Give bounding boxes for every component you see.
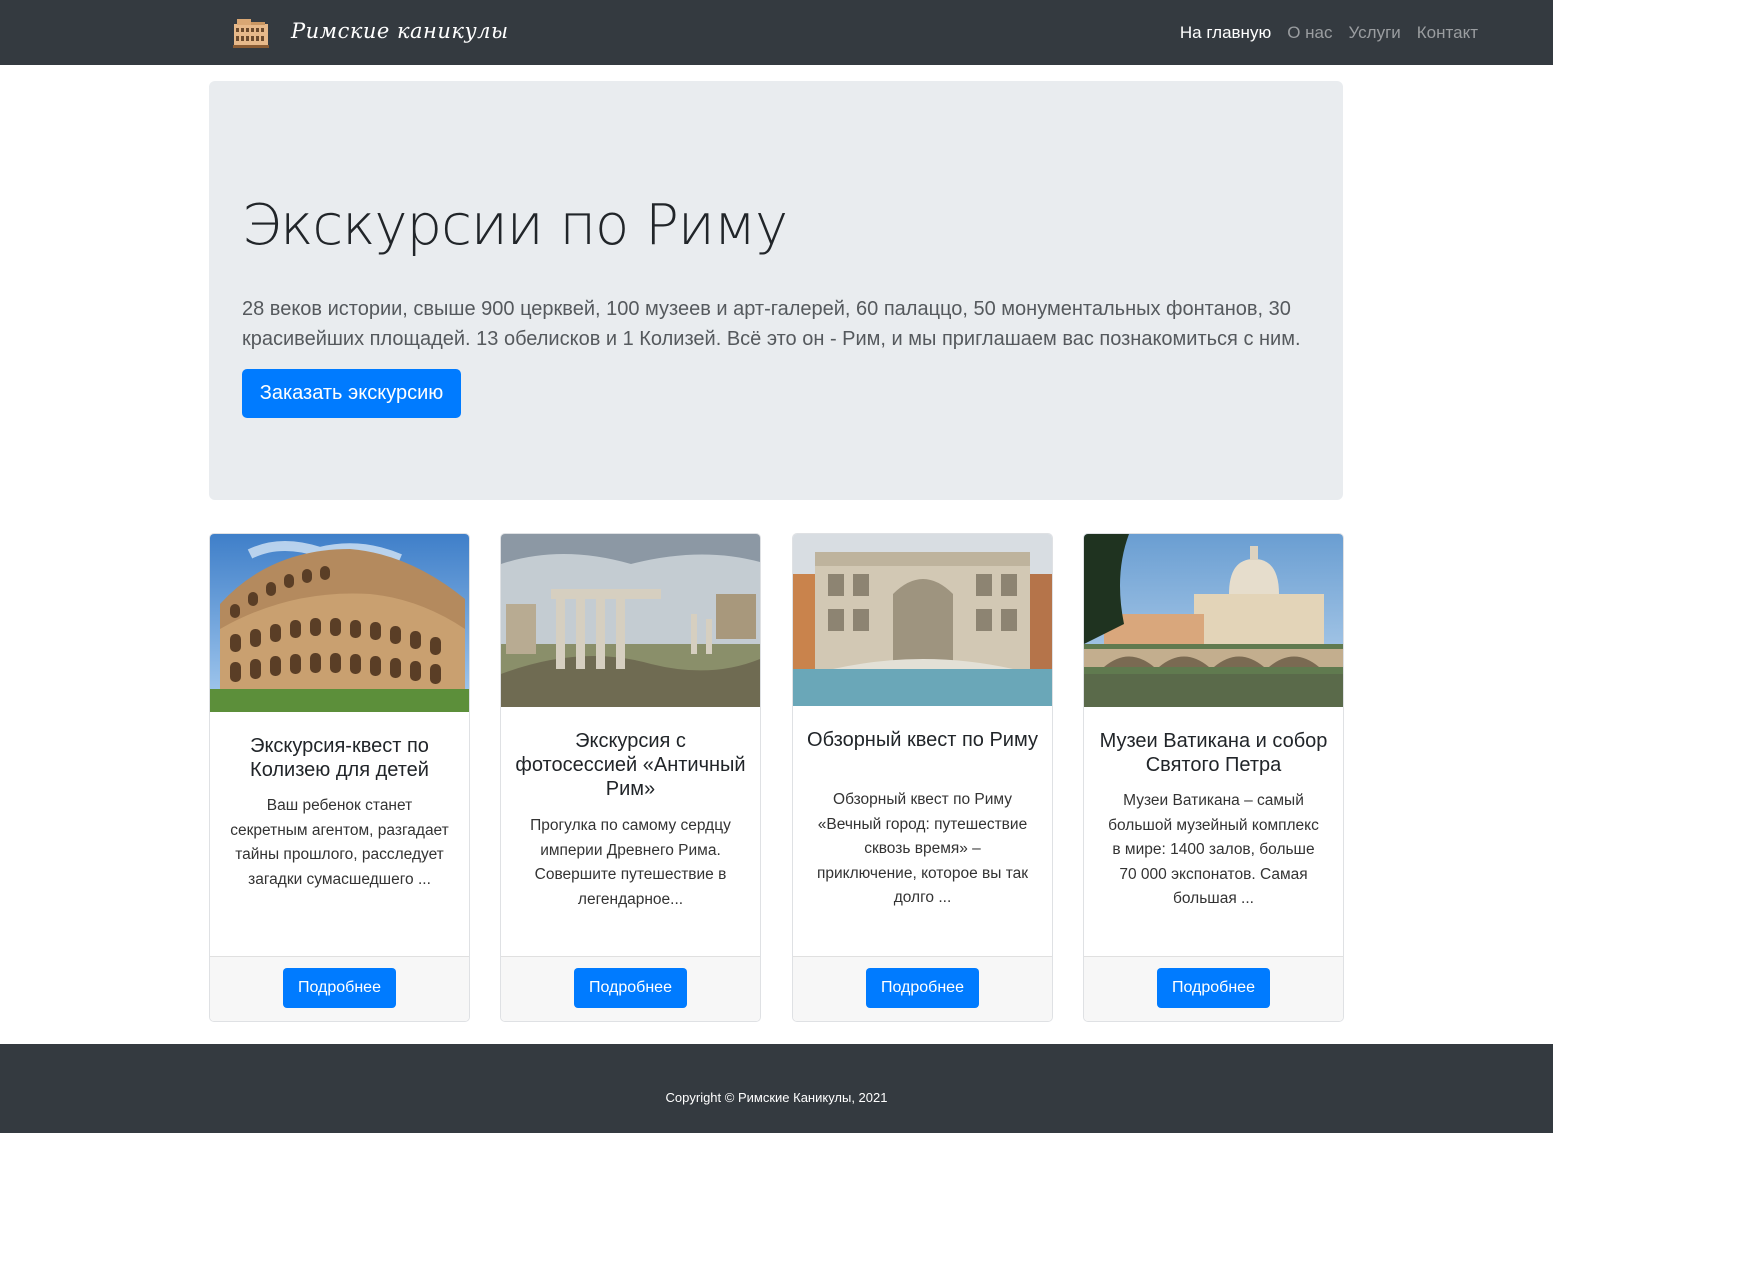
nav-link-home[interactable]: На главную (1180, 23, 1271, 43)
card-footer: Подробнее (793, 956, 1052, 1021)
roman-forum-photo (501, 534, 760, 707)
card-footer: Подробнее (210, 956, 469, 1021)
nav-link-services[interactable]: Услуги (1349, 23, 1401, 43)
details-button[interactable]: Подробнее (866, 968, 979, 1008)
card-title: Экскурсия-квест по Колизею для детей (250, 735, 429, 781)
colosseum-logo-icon (233, 19, 269, 48)
colosseum-photo (210, 534, 469, 712)
page-footer: Copyright © Римские Каникулы, 2021 (0, 1044, 1553, 1133)
tour-card: Экскурсия с фотосессией «Античный Рим» П… (500, 533, 761, 1022)
brand-name: Римские каникулы (291, 19, 509, 43)
tour-card: Обзорный квест по Риму Обзорный квест по… (792, 533, 1053, 1022)
card-text: Музеи Ватикана – самый большой музейный … (1108, 792, 1319, 908)
tour-card: Музеи Ватикана и собор Святого Петра Муз… (1083, 533, 1344, 1022)
copyright-text: Copyright © Римские Каникулы, 2021 (665, 1090, 888, 1105)
hero-text: 28 веков истории, свыше 900 церквей, 100… (242, 298, 1301, 350)
card-title: Экскурсия с фотосессией «Античный Рим» (515, 730, 746, 800)
card-footer: Подробнее (501, 956, 760, 1021)
details-button[interactable]: Подробнее (574, 968, 687, 1008)
order-tour-button[interactable]: Заказать экскурсию (242, 369, 461, 418)
main-nav: На главную О нас Услуги Контакт (1164, 23, 1478, 43)
card-text: Ваш ребенок станет секретным агентом, ра… (230, 797, 449, 888)
hero-jumbotron: Экскурсии по Риму 28 веков истории, свыш… (209, 81, 1343, 500)
details-button[interactable]: Подробнее (1157, 968, 1270, 1008)
card-title: Музеи Ватикана и собор Святого Петра (1099, 730, 1328, 776)
details-button[interactable]: Подробнее (283, 968, 396, 1008)
st-peters-basilica-photo (1084, 534, 1343, 707)
navbar: Римские каникулы На главную О нас Услуги… (0, 0, 1553, 65)
nav-link-about[interactable]: О нас (1287, 23, 1332, 43)
brand-link[interactable]: Римские каникулы (233, 14, 509, 48)
card-text: Прогулка по самому сердцу империи Древне… (530, 817, 731, 908)
hero-title: Экскурсии по Риму (242, 193, 788, 258)
card-text: Обзорный квест по Риму «Вечный город: пу… (816, 791, 1029, 907)
card-title: Обзорный квест по Риму (807, 729, 1038, 751)
tour-card: Экскурсия-квест по Колизею для детей Ваш… (209, 533, 470, 1022)
trevi-fountain-photo (793, 534, 1052, 706)
card-footer: Подробнее (1084, 956, 1343, 1021)
nav-link-contact[interactable]: Контакт (1417, 23, 1478, 43)
